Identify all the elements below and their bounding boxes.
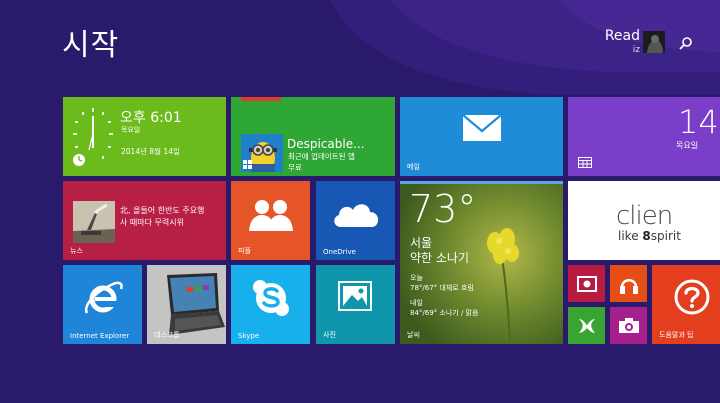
tile-mail[interactable]: 메일 bbox=[400, 97, 563, 176]
tile-games[interactable] bbox=[568, 307, 605, 344]
tile-people[interactable]: 피플 bbox=[231, 181, 310, 260]
page-title: 시작 bbox=[62, 28, 120, 63]
app-subtitle-line: 최근에 업데이트된 앱 bbox=[288, 152, 355, 161]
alarm-clock-icon bbox=[73, 154, 85, 166]
camera-icon bbox=[619, 318, 639, 333]
people-icon bbox=[249, 200, 293, 231]
tile-accent-stripe bbox=[241, 97, 281, 101]
tile-calendar[interactable]: 14 목요일 bbox=[568, 97, 720, 176]
windows-store-badge-icon bbox=[243, 160, 252, 169]
tile-clien[interactable]: clien like 8spirit bbox=[568, 181, 720, 260]
clock-day: 목요일 bbox=[121, 126, 141, 134]
clock-time: 오후 6:01 bbox=[120, 110, 182, 126]
tile-desktop[interactable]: 데스크톱 bbox=[147, 265, 226, 344]
news-headline-line: 사 때마다 무력시위 bbox=[120, 218, 184, 227]
clien-logo: clien bbox=[616, 201, 673, 231]
question-icon bbox=[674, 279, 710, 315]
tile-video[interactable] bbox=[568, 265, 605, 302]
calendar-grid-icon bbox=[578, 157, 592, 168]
cloud-icon bbox=[334, 204, 379, 227]
tile-label: 피플 bbox=[238, 247, 251, 255]
tile-label: 뉴스 bbox=[70, 247, 83, 255]
tile-label: 날씨 bbox=[407, 331, 420, 339]
news-photo-icon bbox=[73, 201, 115, 243]
weather-tomorrow-label: 내일 bbox=[410, 299, 423, 307]
app-title: Despicable... bbox=[287, 137, 365, 151]
clock-date: 2014년 8월 14일 bbox=[121, 147, 180, 156]
tile-music[interactable] bbox=[610, 265, 647, 302]
tile-label: Skype bbox=[238, 332, 260, 340]
headphones-icon bbox=[620, 279, 638, 294]
tile-label: 도움말과 팁 bbox=[659, 331, 694, 339]
skype-icon bbox=[253, 280, 289, 316]
tile-label: 사진 bbox=[323, 331, 336, 339]
weather-today-forecast: 78°/67° 대체로 흐림 bbox=[410, 284, 474, 292]
envelope-icon bbox=[462, 114, 502, 141]
tile-label: 데스크톱 bbox=[154, 331, 180, 339]
tile-weather[interactable]: 73° 서울 약한 소나기 오늘 78°/67° 대체로 흐림 내일 84°/6… bbox=[400, 181, 563, 344]
news-headline: 北, 올들어 한반도 주요행 사 때마다 무력시위 bbox=[120, 205, 204, 229]
app-price: 무료 bbox=[288, 163, 302, 172]
clien-tagline: like 8spirit bbox=[618, 229, 681, 243]
calendar-date-number: 14 bbox=[678, 103, 719, 141]
clien-tagline-prefix: like bbox=[618, 229, 643, 243]
tile-news[interactable]: 北, 올들어 한반도 주요행 사 때마다 무력시위 뉴스 bbox=[63, 181, 226, 260]
photos-icon bbox=[338, 281, 372, 311]
tile-help[interactable]: 도움말과 팁 bbox=[652, 265, 720, 344]
clien-tagline-suffix: spirit bbox=[650, 229, 681, 243]
tile-onedrive[interactable]: OneDrive bbox=[316, 181, 395, 260]
tile-label: 메일 bbox=[407, 163, 420, 171]
user-name[interactable]: Read bbox=[605, 28, 640, 44]
tile-internet-explorer[interactable]: Internet Explorer bbox=[63, 265, 142, 344]
tile-clock[interactable]: 오후 6:01 목요일 2014년 8월 14일 bbox=[63, 97, 226, 176]
video-icon bbox=[577, 276, 597, 292]
avatar[interactable] bbox=[643, 31, 665, 53]
avatar-image-icon bbox=[643, 31, 665, 53]
weather-today-label: 오늘 bbox=[410, 274, 423, 282]
weather-temperature: 73° bbox=[409, 187, 477, 231]
calendar-day: 목요일 bbox=[676, 141, 699, 150]
user-subtitle: iz bbox=[632, 45, 640, 55]
tile-photos[interactable]: 사진 bbox=[316, 265, 395, 344]
tile-label: OneDrive bbox=[323, 248, 356, 256]
xbox-icon bbox=[579, 319, 595, 333]
tile-despicable-me[interactable]: Despicable... 최근에 업데이트된 앱 무료 bbox=[231, 97, 395, 176]
weather-condition: 약한 소나기 bbox=[410, 251, 470, 265]
app-subtitle: 최근에 업데이트된 앱 무료 bbox=[288, 151, 355, 173]
clien-tagline-number: 8 bbox=[642, 229, 651, 243]
internet-explorer-icon bbox=[84, 281, 123, 314]
tile-skype[interactable]: Skype bbox=[231, 265, 310, 344]
news-headline-line: 北, 올들어 한반도 주요행 bbox=[120, 206, 205, 215]
tile-label: Internet Explorer bbox=[70, 332, 130, 340]
weather-tomorrow-forecast: 84°/69° 소나기 / 맑음 bbox=[410, 309, 479, 317]
tile-camera[interactable] bbox=[610, 307, 647, 344]
search-icon[interactable] bbox=[679, 36, 693, 50]
